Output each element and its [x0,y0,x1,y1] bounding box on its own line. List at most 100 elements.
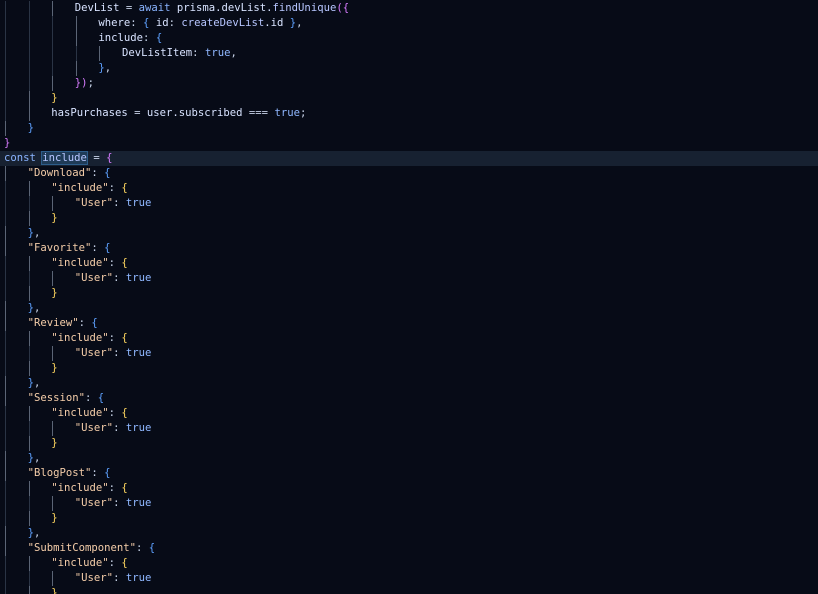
code-line[interactable]: }, [0,376,818,391]
code-line[interactable]: "Favorite": { [0,241,818,256]
code-line[interactable]: include: { [0,31,818,46]
code-token: prisma.devList. [170,2,273,14]
code-line[interactable]: "Session": { [0,391,818,406]
code-token: , [230,47,237,59]
indent-guide [28,406,30,421]
code-line-content: "User": true [75,497,152,509]
code-token: : [78,317,92,329]
code-token: ; [87,77,94,89]
code-line[interactable]: }, [0,451,818,466]
indent-guide [5,586,6,594]
indent-guide [28,586,30,594]
code-token: "User" [74,347,114,359]
code-line[interactable]: where: { id: createDevList.id }, [0,16,818,31]
current-code-line[interactable]: const include = { [0,151,818,166]
code-line-content: DevListItem: true, [122,47,237,59]
code-line[interactable]: "SubmitComponent": { [0,541,818,556]
code-line[interactable]: "BlogPost": { [0,466,818,481]
code-line[interactable]: "Review": { [0,316,818,331]
code-token: } [27,122,34,134]
indent-guide [28,46,30,61]
code-line[interactable]: "User": true [0,421,818,436]
code-token: await [138,2,171,14]
code-line-content: "Review": { [28,317,98,329]
code-line[interactable]: "include": { [0,556,818,571]
code-token: : [113,272,126,284]
indent-guide [5,571,6,586]
code-line[interactable]: } [0,586,818,594]
indent-guide [28,211,30,226]
code-line[interactable]: } [0,211,818,226]
code-line[interactable]: } [0,511,818,526]
code-line[interactable]: "include": { [0,181,818,196]
code-token: "include" [51,257,109,269]
indent-guide [52,421,54,436]
indent-guide [52,196,54,211]
code-line[interactable]: } [0,91,818,106]
code-line[interactable]: "include": { [0,256,818,271]
code-token: } [51,512,58,524]
code-token: } [4,137,11,149]
code-token: { [104,242,111,254]
indent-guide [5,436,6,451]
code-line[interactable]: "Download": { [0,166,818,181]
code-line[interactable]: } [0,436,818,451]
code-token: : [108,257,122,269]
indent-guide [52,76,54,91]
code-line[interactable]: "include": { [0,406,818,421]
code-token: = [127,107,147,119]
code-line[interactable]: DevList = await prisma.devList.findUniqu… [0,1,818,16]
code-line[interactable]: }, [0,226,818,241]
code-line[interactable]: } [0,136,818,151]
code-line-content: }, [28,227,41,239]
indent-guide [5,526,6,541]
code-line[interactable]: }, [0,526,818,541]
indent-guide [75,61,77,76]
code-line[interactable]: }, [0,301,818,316]
code-line[interactable]: "include": { [0,481,818,496]
code-line[interactable]: }, [0,61,818,76]
code-token: true [274,107,300,119]
indent-guide [52,346,54,361]
indent-guide [28,181,30,196]
code-line[interactable]: hasPurchases = user.subscribed === true; [0,106,818,121]
code-token: : [91,167,105,179]
indent-guide [28,1,30,16]
indent-guide [5,451,6,466]
code-token: : [85,392,98,404]
indent-guide [99,46,101,61]
code-line-content: include: { [98,32,162,44]
code-line-content: const include = { [4,151,112,165]
code-line-content: "User": true [75,347,152,359]
code-line[interactable]: "User": true [0,496,818,511]
code-line[interactable]: DevListItem: true, [0,46,818,61]
code-line[interactable]: } [0,286,818,301]
code-token: where [98,17,131,29]
code-token: : [113,497,126,509]
code-token: DevListItem [122,47,193,59]
indent-guide [5,106,6,121]
indent-guide [28,91,30,106]
code-line[interactable]: "include": { [0,331,818,346]
code-line-content: hasPurchases = user.subscribed === true; [51,107,306,119]
indent-guide [75,46,77,61]
code-token: "User" [74,422,114,434]
code-token: "User" [74,572,114,584]
code-line[interactable]: "User": true [0,196,818,211]
code-token: { [104,167,111,179]
code-token: } [51,362,58,374]
code-line[interactable]: } [0,361,818,376]
indent-guide [52,61,54,76]
indent-guide [5,391,6,406]
indent-guide [28,511,30,526]
code-line-content: "User": true [75,197,152,209]
code-editor[interactable]: DevList = await prisma.devList.findUniqu… [0,0,818,594]
code-line[interactable]: "User": true [0,346,818,361]
code-token: { [121,332,128,344]
code-line[interactable]: }); [0,76,818,91]
code-line[interactable]: "User": true [0,571,818,586]
code-line[interactable]: } [0,121,818,136]
code-token: ; [299,107,307,119]
code-token: "Session" [27,392,85,404]
code-line[interactable]: "User": true [0,271,818,286]
